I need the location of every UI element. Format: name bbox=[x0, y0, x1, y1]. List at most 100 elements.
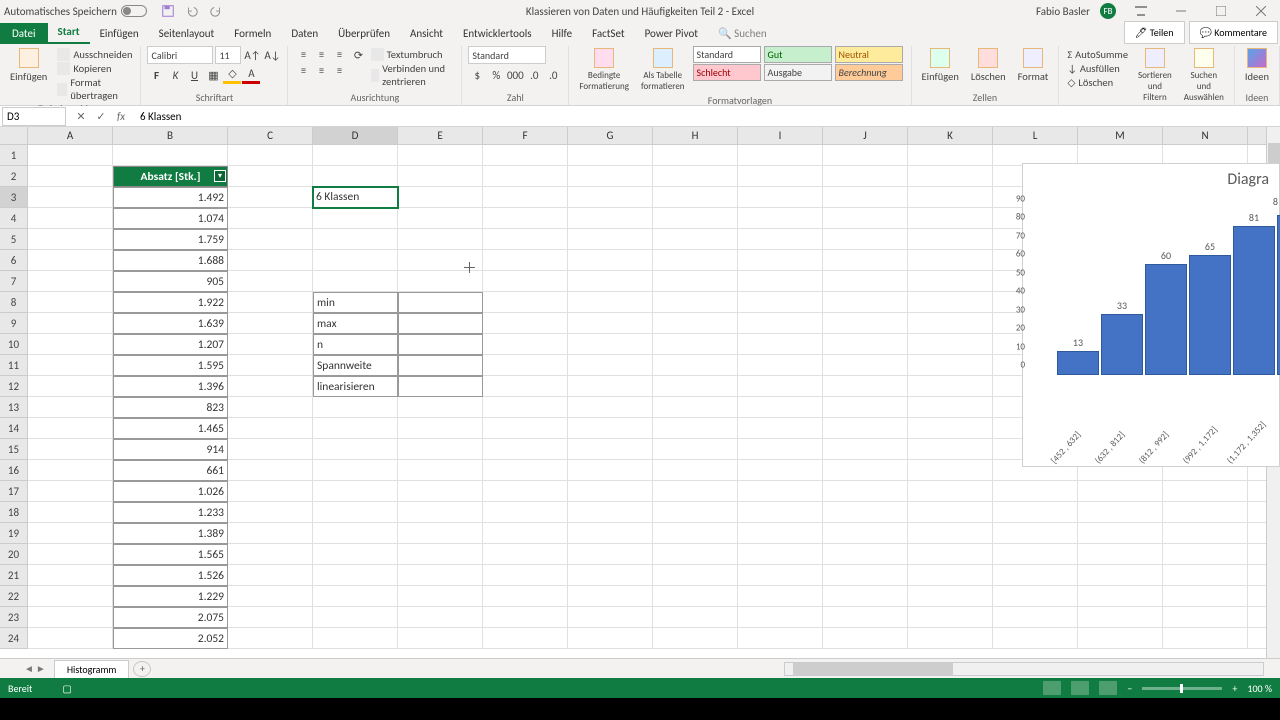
cell-L17[interactable] bbox=[993, 481, 1078, 502]
cell-A7[interactable] bbox=[28, 271, 113, 292]
cell-D17[interactable] bbox=[313, 481, 398, 502]
row-header-19[interactable]: 19 bbox=[0, 523, 28, 544]
column-header-J[interactable]: J bbox=[823, 127, 908, 145]
fill-color-button[interactable]: ◇ bbox=[223, 66, 241, 84]
decrease-font-icon[interactable]: A↓ bbox=[263, 46, 281, 64]
cell-B7[interactable]: 905 bbox=[113, 271, 228, 292]
cell-I18[interactable] bbox=[738, 502, 823, 523]
horizontal-scrollbar[interactable] bbox=[784, 662, 1264, 676]
cell-L20[interactable] bbox=[993, 544, 1078, 565]
cell-A18[interactable] bbox=[28, 502, 113, 523]
fill-button[interactable]: ↓ Ausfüllen bbox=[1065, 62, 1130, 75]
style-ausgabe[interactable]: Ausgabe bbox=[764, 64, 832, 81]
cell-C2[interactable] bbox=[228, 166, 313, 187]
cell-A20[interactable] bbox=[28, 544, 113, 565]
cell-C3[interactable] bbox=[228, 187, 313, 208]
row-header-20[interactable]: 20 bbox=[0, 544, 28, 565]
cell-N20[interactable] bbox=[1163, 544, 1248, 565]
cell-D7[interactable] bbox=[313, 271, 398, 292]
share-button[interactable]: 🖊 Teilen bbox=[1124, 21, 1185, 44]
tab-uberprufen[interactable]: Überprüfen bbox=[328, 23, 400, 44]
cell-H4[interactable] bbox=[653, 208, 738, 229]
cell-D12[interactable]: linearisieren bbox=[313, 376, 398, 397]
cell-J1[interactable] bbox=[823, 145, 908, 166]
currency-button[interactable]: $ bbox=[468, 66, 486, 84]
row-header-24[interactable]: 24 bbox=[0, 628, 28, 649]
row-header-5[interactable]: 5 bbox=[0, 229, 28, 250]
cell-K9[interactable] bbox=[908, 313, 993, 334]
column-header-I[interactable]: I bbox=[738, 127, 823, 145]
cell-E9[interactable] bbox=[398, 313, 483, 334]
close-icon[interactable] bbox=[1246, 2, 1276, 20]
cell-A17[interactable] bbox=[28, 481, 113, 502]
tab-seitenlayout[interactable]: Seitenlayout bbox=[149, 23, 225, 44]
cell-B12[interactable]: 1.396 bbox=[113, 376, 228, 397]
cell-E16[interactable] bbox=[398, 460, 483, 481]
bar-0[interactable]: 13 bbox=[1057, 351, 1099, 375]
cell-G15[interactable] bbox=[568, 439, 653, 460]
comments-button[interactable]: 💬 Kommentare bbox=[1189, 21, 1278, 44]
cell-L22[interactable] bbox=[993, 586, 1078, 607]
save-icon[interactable] bbox=[161, 4, 175, 18]
cell-E22[interactable] bbox=[398, 586, 483, 607]
cell-K20[interactable] bbox=[908, 544, 993, 565]
cell-A21[interactable] bbox=[28, 565, 113, 586]
filter-dropdown-icon[interactable]: ▾ bbox=[214, 170, 226, 182]
cell-styles-gallery[interactable]: Standard Gut Neutral Schlecht Ausgabe Be… bbox=[693, 46, 905, 81]
cell-H1[interactable] bbox=[653, 145, 738, 166]
conditional-formatting-button[interactable]: Bedingte Formatierung bbox=[575, 46, 633, 94]
align-middle-icon[interactable]: ≡ bbox=[312, 46, 330, 62]
maximize-icon[interactable] bbox=[1206, 2, 1236, 20]
row-header-21[interactable]: 21 bbox=[0, 565, 28, 586]
cell-K4[interactable] bbox=[908, 208, 993, 229]
cell-J10[interactable] bbox=[823, 334, 908, 355]
cell-F12[interactable] bbox=[483, 376, 568, 397]
cell-D3[interactable]: 6 Klassen bbox=[313, 187, 398, 208]
cell-F10[interactable] bbox=[483, 334, 568, 355]
cell-C7[interactable] bbox=[228, 271, 313, 292]
cell-G1[interactable] bbox=[568, 145, 653, 166]
cell-I14[interactable] bbox=[738, 418, 823, 439]
increase-decimal-button[interactable]: .0 bbox=[525, 66, 543, 84]
sheet-tab-histogramm[interactable]: Histogramm bbox=[54, 660, 130, 678]
cell-E23[interactable] bbox=[398, 607, 483, 628]
row-header-8[interactable]: 8 bbox=[0, 292, 28, 313]
clear-button[interactable]: ◇ Löschen bbox=[1065, 76, 1130, 89]
cell-A10[interactable] bbox=[28, 334, 113, 355]
cell-A19[interactable] bbox=[28, 523, 113, 544]
cell-I24[interactable] bbox=[738, 628, 823, 649]
cell-N18[interactable] bbox=[1163, 502, 1248, 523]
ribbon-options-icon[interactable] bbox=[1126, 2, 1156, 20]
cell-C21[interactable] bbox=[228, 565, 313, 586]
row-header-23[interactable]: 23 bbox=[0, 607, 28, 628]
cell-G24[interactable] bbox=[568, 628, 653, 649]
cell-D10[interactable]: n bbox=[313, 334, 398, 355]
cell-D14[interactable] bbox=[313, 418, 398, 439]
cell-D9[interactable]: max bbox=[313, 313, 398, 334]
cell-C22[interactable] bbox=[228, 586, 313, 607]
delete-cells-button[interactable]: Löschen bbox=[967, 46, 1010, 85]
cell-A16[interactable] bbox=[28, 460, 113, 481]
cell-B21[interactable]: 1.526 bbox=[113, 565, 228, 586]
cell-A11[interactable] bbox=[28, 355, 113, 376]
cell-I1[interactable] bbox=[738, 145, 823, 166]
cell-I11[interactable] bbox=[738, 355, 823, 376]
style-gut[interactable]: Gut bbox=[764, 46, 832, 63]
cell-H23[interactable] bbox=[653, 607, 738, 628]
align-top-icon[interactable]: ≡ bbox=[294, 46, 312, 62]
cell-A15[interactable] bbox=[28, 439, 113, 460]
cell-J6[interactable] bbox=[823, 250, 908, 271]
cell-C8[interactable] bbox=[228, 292, 313, 313]
cell-A14[interactable] bbox=[28, 418, 113, 439]
cell-G11[interactable] bbox=[568, 355, 653, 376]
cell-H17[interactable] bbox=[653, 481, 738, 502]
bar-1[interactable]: 33 bbox=[1101, 314, 1143, 375]
cell-J2[interactable] bbox=[823, 166, 908, 187]
cancel-formula-icon[interactable]: ✕ bbox=[72, 107, 90, 125]
cell-B18[interactable]: 1.233 bbox=[113, 502, 228, 523]
cell-I16[interactable] bbox=[738, 460, 823, 481]
align-center-icon[interactable]: ≡ bbox=[312, 62, 330, 78]
cell-K17[interactable] bbox=[908, 481, 993, 502]
cell-I9[interactable] bbox=[738, 313, 823, 334]
column-header-B[interactable]: B bbox=[113, 127, 228, 145]
